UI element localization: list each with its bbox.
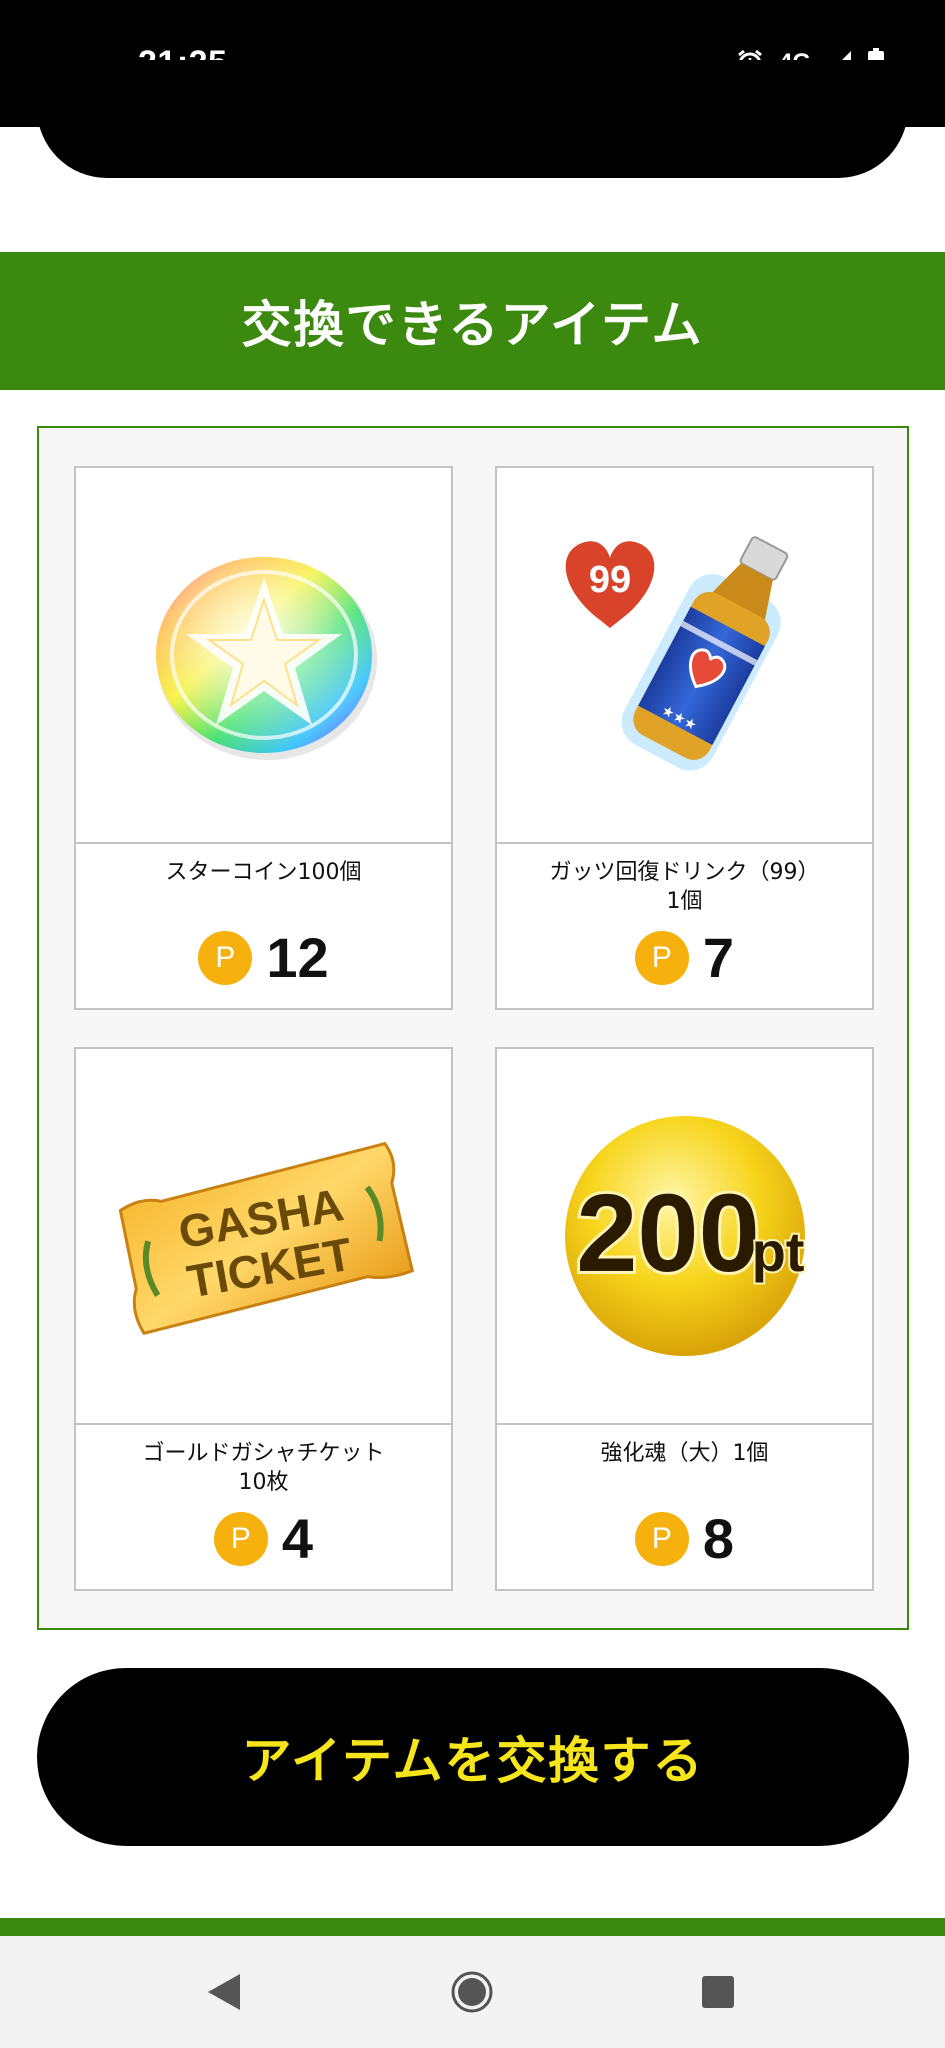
item-name-line-1: 強化魂（大）1個 bbox=[600, 1441, 769, 1466]
section-title: 交換できるアイテム bbox=[241, 296, 704, 354]
item-name: ガッツ回復ドリンク（99） 1個 bbox=[497, 858, 872, 916]
top-button-remnant bbox=[37, 60, 908, 178]
item-price: P 8 bbox=[497, 1511, 872, 1567]
item-name-line-1: ゴールドガシャチケット bbox=[142, 1441, 385, 1466]
section-header: 交換できるアイテム bbox=[0, 252, 945, 390]
system-nav-bar bbox=[0, 1936, 945, 2048]
point-badge-icon: P bbox=[213, 1512, 268, 1566]
item-image: 200 pt bbox=[497, 1049, 872, 1425]
item-card-200pt[interactable]: 200 pt 強化魂（大）1個 P 8 bbox=[495, 1047, 874, 1591]
item-image: GASHA TICKET bbox=[76, 1049, 451, 1425]
item-name: スターコイン100個 bbox=[76, 858, 451, 887]
item-price: P 7 bbox=[497, 930, 872, 986]
price-value: 7 bbox=[702, 926, 735, 989]
item-name-line-1: ガッツ回復ドリンク（99） bbox=[549, 860, 820, 885]
item-price: P 4 bbox=[76, 1511, 451, 1567]
heart-number: 99 bbox=[588, 559, 630, 601]
home-icon bbox=[451, 1971, 493, 2013]
price-value: 8 bbox=[702, 1507, 735, 1570]
item-name-line-2: 10枚 bbox=[238, 1470, 289, 1495]
exchange-button-label: アイテムを交換する bbox=[241, 1732, 705, 1790]
point-badge-icon: P bbox=[634, 931, 689, 985]
item-image: 99 ★★★ bbox=[497, 468, 872, 844]
back-button[interactable] bbox=[196, 1964, 252, 2020]
item-card-guts-drink[interactable]: 99 ★★★ ガッツ回復ドリンク（99） 1個 P 7 bbox=[495, 466, 874, 1010]
recents-button[interactable] bbox=[690, 1964, 746, 2020]
rainbow-star-coin-icon bbox=[155, 557, 377, 760]
200pt-gold-coin-icon: 200 pt bbox=[564, 1116, 806, 1356]
item-card-star-coin[interactable]: スターコイン100個 P 12 bbox=[74, 466, 453, 1010]
recents-icon bbox=[702, 1976, 734, 2008]
point-badge-icon: P bbox=[198, 931, 253, 985]
item-card-gasha-ticket[interactable]: GASHA TICKET ゴールドガシャチケット 10枚 P 4 bbox=[74, 1047, 453, 1591]
guts-drink-bottle-icon: 99 ★★★ bbox=[565, 536, 788, 771]
footer-strip bbox=[0, 1918, 945, 1936]
exchange-items-button[interactable]: アイテムを交換する bbox=[37, 1668, 909, 1846]
item-price: P 12 bbox=[76, 930, 451, 986]
gold-gasha-ticket-icon: GASHA TICKET bbox=[118, 1141, 414, 1336]
back-icon bbox=[208, 1974, 240, 2010]
home-button[interactable] bbox=[444, 1964, 500, 2020]
item-name: ゴールドガシャチケット 10枚 bbox=[76, 1439, 451, 1497]
item-name: 強化魂（大）1個 bbox=[497, 1439, 872, 1468]
price-value: 12 bbox=[266, 926, 329, 989]
price-value: 4 bbox=[281, 1507, 314, 1570]
coin-text-num: 200 bbox=[576, 1172, 760, 1295]
item-name-line-1: スターコイン100個 bbox=[165, 860, 362, 885]
item-name-line-2: 1個 bbox=[666, 889, 703, 914]
items-panel: スターコイン100個 P 12 99 ★★★ ガッツ回復ドリンク（99） 1個 … bbox=[37, 426, 909, 1630]
item-image bbox=[76, 468, 451, 844]
coin-text-unit: pt bbox=[751, 1220, 804, 1283]
point-badge-icon: P bbox=[634, 1512, 689, 1566]
